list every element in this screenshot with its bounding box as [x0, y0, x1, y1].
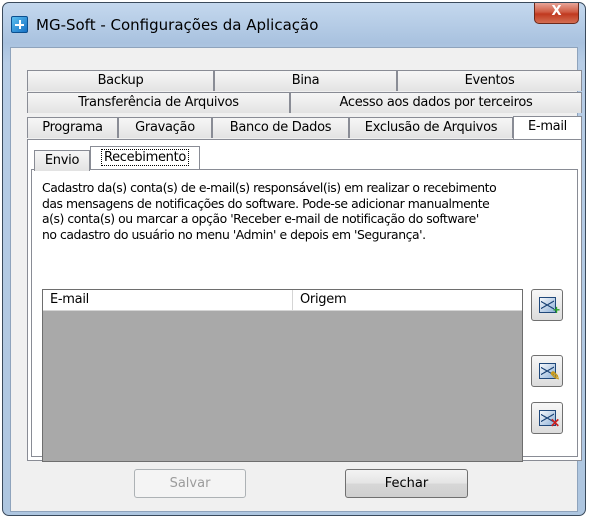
window-title: MG-Soft - Configurações da Aplicação: [36, 16, 319, 34]
tab-banco-de-dados[interactable]: Banco de Dados: [212, 117, 349, 138]
tab-bina[interactable]: Bina: [214, 70, 397, 91]
tab-recebimento-label: Recebimento: [100, 149, 190, 166]
delete-email-button[interactable]: ✕: [531, 402, 563, 434]
email-accounts-grid[interactable]: E-mail Origem: [42, 289, 523, 462]
delete-email-icon: ✕: [539, 410, 560, 429]
app-logo-icon: [11, 16, 28, 33]
recebimento-description: Cadastro da(s) conta(s) de e-mail(s) res…: [42, 180, 497, 242]
grid-header: E-mail Origem: [43, 290, 522, 311]
tab-programa[interactable]: Programa: [27, 117, 118, 138]
tab-exclusao-de-arquivos[interactable]: Exclusão de Arquivos: [349, 117, 513, 138]
edit-email-icon: ✎: [539, 363, 560, 382]
tab-eventos[interactable]: Eventos: [397, 70, 582, 91]
add-email-button[interactable]: +: [531, 289, 563, 321]
tab-recebimento[interactable]: Recebimento: [90, 146, 200, 170]
title-bar[interactable]: MG-Soft - Configurações da Aplicação X: [3, 3, 585, 47]
add-email-icon: +: [539, 297, 560, 316]
column-header-email[interactable]: E-mail: [43, 290, 293, 310]
column-header-origem[interactable]: Origem: [293, 290, 522, 310]
close-window-button[interactable]: X: [534, 3, 579, 24]
tab-gravacao[interactable]: Gravação: [118, 117, 212, 138]
tab-backup[interactable]: Backup: [27, 70, 214, 91]
tab-e-mail[interactable]: E-mail: [513, 116, 582, 139]
close-button[interactable]: Fechar: [345, 469, 468, 498]
tab-transferencia-de-arquivos[interactable]: Transferência de Arquivos: [27, 92, 290, 113]
tab-acesso-aos-dados-por-terceiros[interactable]: Acesso aos dados por terceiros: [290, 92, 582, 113]
tab-envio[interactable]: Envio: [34, 150, 90, 171]
save-button[interactable]: Salvar: [134, 469, 246, 498]
edit-email-button[interactable]: ✎: [531, 355, 563, 387]
